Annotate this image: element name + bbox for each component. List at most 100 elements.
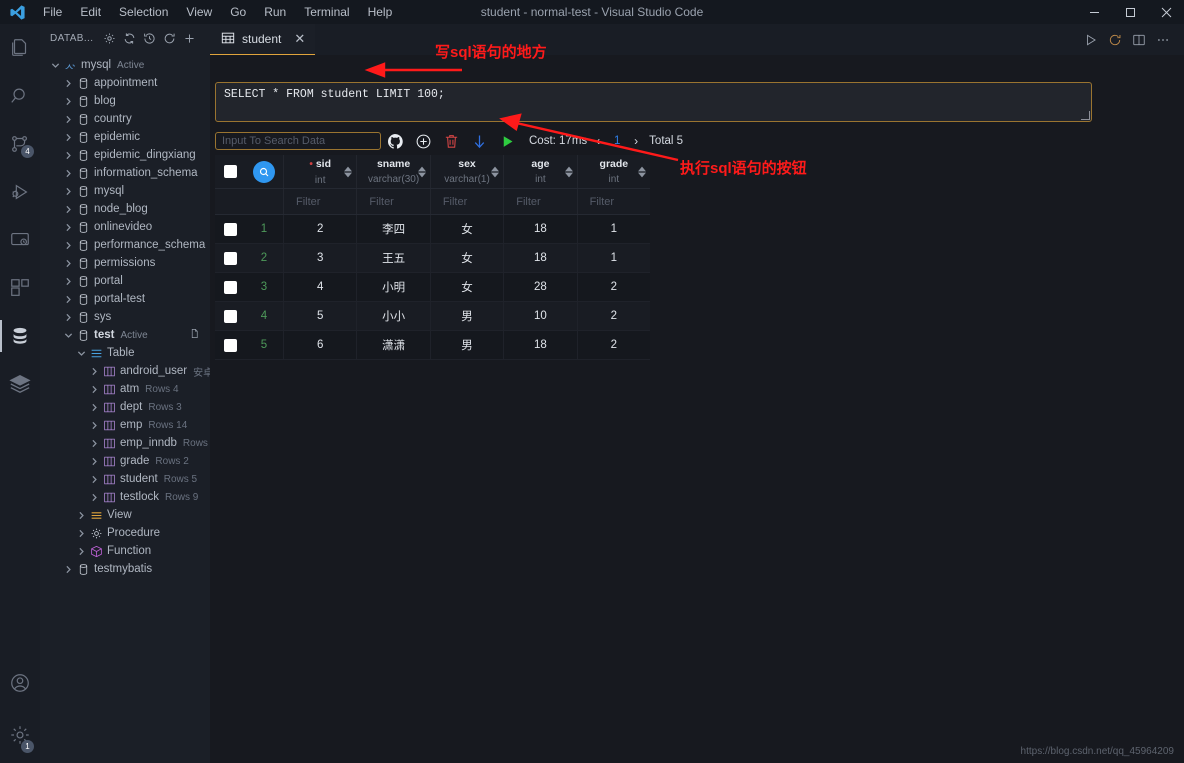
page-number[interactable]: 1 — [609, 135, 625, 147]
cell-grade[interactable]: 2 — [576, 331, 650, 359]
twisty-right-icon[interactable] — [87, 457, 101, 466]
tree-item-performance-schema[interactable]: performance_schema — [40, 236, 210, 254]
refresh-icon[interactable] — [159, 28, 179, 48]
tree-item-testlock[interactable]: testlock Rows 9 — [40, 488, 210, 506]
cell-sname[interactable]: 小明 — [356, 273, 429, 301]
table-row[interactable]: 2 3 王五女 18 1 — [215, 244, 650, 273]
column-header-sex[interactable]: sex varchar(1) — [429, 155, 503, 188]
sync-icon[interactable] — [119, 28, 139, 48]
cell-sname[interactable]: 王五 — [356, 244, 429, 272]
filter-cell-sname[interactable]: Filter — [356, 189, 429, 214]
explorer-icon[interactable] — [0, 24, 40, 72]
twisty-right-icon[interactable] — [61, 223, 75, 232]
extensions-icon[interactable] — [0, 264, 40, 312]
filter-cell-age[interactable]: Filter — [503, 189, 576, 214]
cell-age[interactable]: 28 — [503, 273, 576, 301]
cell-grade[interactable]: 1 — [576, 215, 650, 243]
run-icon[interactable] — [1080, 27, 1102, 53]
cell-sex[interactable]: 女 — [429, 244, 503, 272]
column-header-sid[interactable]: • sid int — [283, 155, 356, 188]
minimize-button[interactable] — [1076, 0, 1112, 24]
tree-item-portal-test[interactable]: portal-test — [40, 290, 210, 308]
tree-item-student[interactable]: student Rows 5 — [40, 470, 210, 488]
close-icon[interactable]: ✕ — [294, 31, 305, 47]
twisty-right-icon[interactable] — [61, 187, 75, 196]
run-and-debug-icon[interactable] — [0, 168, 40, 216]
sort-icon[interactable] — [344, 166, 353, 177]
tree-item-emp-inndb[interactable]: emp_inndb Rows 4 — [40, 434, 210, 452]
tree-item-mysql[interactable]: mysql — [40, 182, 210, 200]
maximize-button[interactable] — [1112, 0, 1148, 24]
tree-item-appointment[interactable]: appointment — [40, 74, 210, 92]
tree-item-grade[interactable]: grade Rows 2 — [40, 452, 210, 470]
twisty-right-icon[interactable] — [61, 133, 75, 142]
menu-help[interactable]: Help — [359, 0, 402, 24]
delete-icon[interactable] — [437, 130, 465, 152]
twisty-right-icon[interactable] — [74, 529, 88, 538]
cell-sid[interactable]: 2 — [283, 215, 356, 243]
column-header-sname[interactable]: sname varchar(30) — [356, 155, 429, 188]
twisty-right-icon[interactable] — [61, 97, 75, 106]
filter-cell-sex[interactable]: Filter — [429, 189, 503, 214]
tree-item-testmybatis[interactable]: testmybatis — [40, 560, 210, 578]
menu-terminal[interactable]: Terminal — [295, 0, 358, 24]
filter-cell-sid[interactable]: Filter — [283, 189, 356, 214]
table-row[interactable]: 4 5 小小男 10 2 — [215, 302, 650, 331]
tree-item-android-user[interactable]: android_user 安卓... — [40, 362, 210, 380]
github-icon[interactable] — [381, 130, 409, 152]
menu-go[interactable]: Go — [221, 0, 255, 24]
grid-search-cell[interactable] — [245, 155, 283, 188]
row-checkbox[interactable] — [223, 309, 237, 323]
cell-grade[interactable]: 2 — [576, 273, 650, 301]
row-select-cell[interactable] — [215, 273, 245, 301]
tree-item-sys[interactable]: sys — [40, 308, 210, 326]
search-icon[interactable] — [253, 160, 275, 183]
twisty-right-icon[interactable] — [87, 475, 101, 484]
tree-item-portal[interactable]: portal — [40, 272, 210, 290]
cell-sex[interactable]: 男 — [429, 331, 503, 359]
twisty-right-icon[interactable] — [87, 403, 101, 412]
twisty-right-icon[interactable] — [61, 277, 75, 286]
twisty-right-icon[interactable] — [61, 241, 75, 250]
window-controls[interactable] — [1076, 0, 1184, 24]
tree-item-country[interactable]: country — [40, 110, 210, 128]
twisty-right-icon[interactable] — [74, 547, 88, 556]
tree-item-onlinevideo[interactable]: onlinevideo — [40, 218, 210, 236]
search-input[interactable] — [215, 132, 381, 150]
search-icon[interactable] — [0, 72, 40, 120]
tree-item-mysql[interactable]: mysql Active — [40, 56, 210, 74]
table-row[interactable]: 5 6 潇潇男 18 2 — [215, 331, 650, 360]
row-checkbox[interactable] — [223, 338, 237, 352]
twisty-right-icon[interactable] — [87, 385, 101, 394]
tree-item-function[interactable]: Function — [40, 542, 210, 560]
refresh-icon[interactable] — [1104, 27, 1126, 53]
tree-item-atm[interactable]: atm Rows 4 — [40, 380, 210, 398]
tree-item-emp[interactable]: emp Rows 14 — [40, 416, 210, 434]
twisty-right-icon[interactable] — [61, 115, 75, 124]
twisty-right-icon[interactable] — [61, 151, 75, 160]
select-all-cell[interactable] — [215, 155, 245, 188]
tree-item-node-blog[interactable]: node_blog — [40, 200, 210, 218]
column-header-age[interactable]: age int — [503, 155, 576, 188]
cell-sid[interactable]: 6 — [283, 331, 356, 359]
next-page-button[interactable]: › — [625, 134, 647, 148]
cell-age[interactable]: 18 — [503, 331, 576, 359]
cell-age[interactable]: 18 — [503, 244, 576, 272]
row-checkbox[interactable] — [223, 280, 237, 294]
menu-selection[interactable]: Selection — [110, 0, 177, 24]
cell-age[interactable]: 18 — [503, 215, 576, 243]
cell-sid[interactable]: 3 — [283, 244, 356, 272]
tree-item-dept[interactable]: dept Rows 3 — [40, 398, 210, 416]
settings-gear-icon[interactable]: 1 — [0, 707, 40, 763]
menu-run[interactable]: Run — [255, 0, 295, 24]
twisty-right-icon[interactable] — [61, 295, 75, 304]
menu-bar[interactable]: File Edit Selection View Go Run Terminal… — [34, 0, 401, 24]
row-select-cell[interactable] — [215, 244, 245, 272]
twisty-right-icon[interactable] — [61, 259, 75, 268]
editor-actions[interactable] — [1080, 24, 1184, 55]
tree-item-blog[interactable]: blog — [40, 92, 210, 110]
source-control-icon[interactable]: 4 — [0, 120, 40, 168]
tree-item-epidemic-dingxiang[interactable]: epidemic_dingxiang — [40, 146, 210, 164]
export-icon[interactable] — [465, 130, 493, 152]
more-icon[interactable] — [1152, 27, 1174, 53]
